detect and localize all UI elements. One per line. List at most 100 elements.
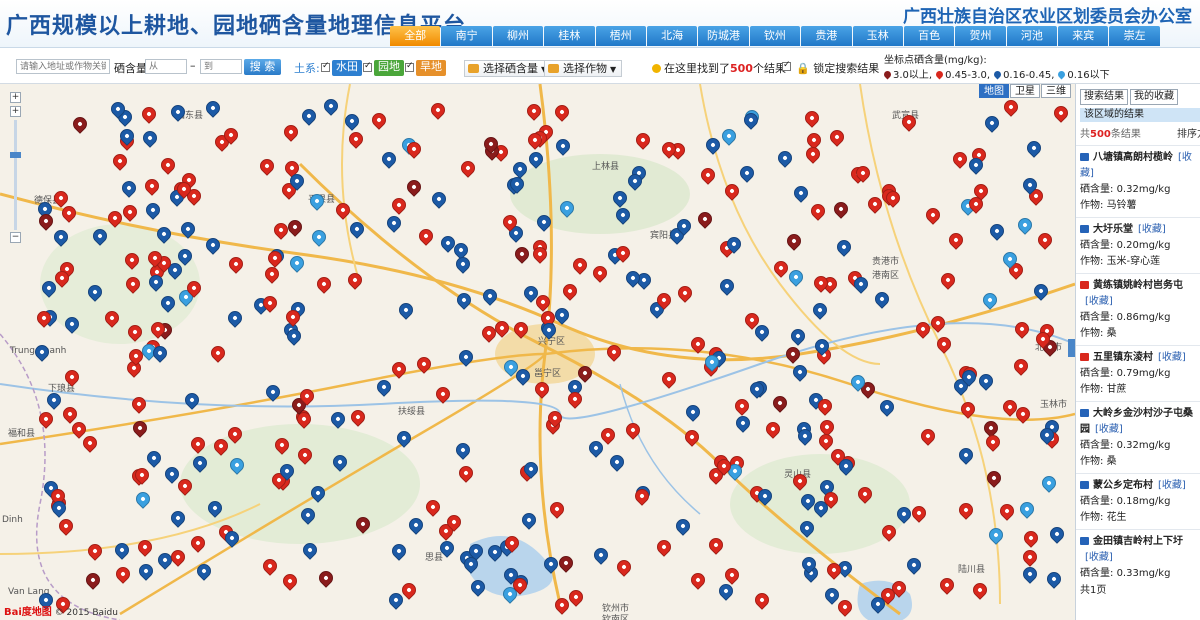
zoom-slider-handle[interactable] <box>10 152 21 158</box>
city-tab-0[interactable]: 全部 <box>390 26 441 46</box>
selenium-key: 硒含量: <box>1080 568 1114 579</box>
result-item[interactable]: 金田镇吉岭村上下圩 [收藏] 硒含量: 0.33mg/kg <box>1076 529 1200 585</box>
zoom-in-icon[interactable]: + <box>10 106 21 117</box>
favorite-button[interactable]: [收藏] <box>1095 424 1123 435</box>
paddy-checkbox[interactable] <box>321 61 330 72</box>
baidu-logo: Bai度地图 <box>4 607 52 618</box>
crop-value: 甘蔗 <box>1106 384 1127 395</box>
map-type-0[interactable]: 地图 <box>979 84 1009 98</box>
result-name[interactable]: 五里镇东淩村 <box>1093 352 1153 363</box>
count-number: 500 <box>1090 129 1111 140</box>
selenium-key: 硒含量: <box>1080 240 1114 251</box>
search-button[interactable]: 搜 索 <box>244 59 281 75</box>
result-name[interactable]: 蒙公乡定布村 <box>1093 480 1153 491</box>
result-crop: 作物: 桑 <box>1080 326 1197 342</box>
city-tab-1[interactable]: 南宁 <box>441 26 492 46</box>
garden-checkbox[interactable] <box>363 61 372 72</box>
result-title[interactable]: 黄练镇姚岭村岜务屯 [收藏] <box>1080 278 1197 310</box>
result-flag-icon <box>1080 481 1089 489</box>
city-tab-5[interactable]: 北海 <box>646 26 698 46</box>
result-crop: 作物: 桑 <box>1080 454 1197 470</box>
result-item[interactable]: 大岭乡金沙村沙子屯桑园 [收藏] 硒含量: 0.32mg/kg 作物: 桑 <box>1076 401 1200 473</box>
selenium-key: 硒含量: <box>1080 368 1114 379</box>
lock-search-checkbox[interactable] <box>782 60 791 71</box>
legend-label: 3.0以上, <box>893 70 933 81</box>
result-title[interactable]: 蒙公乡定布村 [收藏] <box>1080 478 1197 494</box>
result-item[interactable]: 黄练镇姚岭村岜务屯 [收藏] 硒含量: 0.86mg/kg 作物: 桑 <box>1076 273 1200 345</box>
map-type-2[interactable]: 三维 <box>1041 84 1071 98</box>
city-tab-9[interactable]: 玉林 <box>852 26 903 46</box>
crop-dropdown-icon <box>548 64 559 73</box>
result-item[interactable]: 八塘镇高朗村榄岭 [收藏] 硒含量: 0.32mg/kg 作物: 马铃薯 <box>1076 145 1200 217</box>
result-title[interactable]: 金田镇吉岭村上下圩 [收藏] <box>1080 534 1197 566</box>
dryland-checkbox[interactable] <box>405 61 414 72</box>
result-title[interactable]: 大圩乐堂 [收藏] <box>1080 222 1197 238</box>
zoom-control[interactable]: + + − <box>10 92 28 243</box>
city-tab-12[interactable]: 河池 <box>1006 26 1058 46</box>
city-tab-13[interactable]: 来宾 <box>1058 26 1109 46</box>
favorite-button[interactable]: [收藏] <box>1138 224 1166 235</box>
city-tab-3[interactable]: 桂林 <box>544 26 595 46</box>
city-tab-7[interactable]: 钦州 <box>749 26 801 46</box>
place-label: 港南区 <box>872 271 900 281</box>
city-tab-11[interactable]: 贺州 <box>955 26 1006 46</box>
result-name[interactable]: 金田镇吉岭村上下圩 <box>1093 536 1183 547</box>
place-label: 钦南区 <box>602 615 630 620</box>
city-tab-4[interactable]: 梧州 <box>595 26 646 46</box>
result-selenium: 硒含量: 0.79mg/kg <box>1080 366 1197 382</box>
place-label: 福和县 <box>8 429 36 439</box>
place-label: 玉林市 <box>1040 400 1068 410</box>
zoom-out-icon[interactable]: − <box>10 232 21 243</box>
map-copyright: Bai度地图 © 2015 Baidu <box>4 603 118 618</box>
garden-filter-button[interactable]: 园地 <box>374 60 404 76</box>
selenium-range-label: 硒含量 <box>114 62 147 75</box>
zoom-slider-track[interactable] <box>14 120 17 230</box>
sort-button[interactable]: 排序方 <box>1177 125 1200 140</box>
result-selenium: 硒含量: 0.32mg/kg <box>1080 182 1197 198</box>
soil-type-label: 土系: <box>294 62 320 75</box>
chevron-down-icon: ▼ <box>610 65 617 74</box>
keyword-search-input[interactable] <box>16 59 110 74</box>
selenium-value: 0.86mg/kg <box>1116 312 1171 323</box>
crop-key: 作物: <box>1080 384 1104 395</box>
city-tab-2[interactable]: 柳州 <box>492 26 544 46</box>
result-name[interactable]: 大圩乐堂 <box>1093 224 1133 235</box>
result-title[interactable]: 五里镇东淩村 [收藏] <box>1080 350 1197 366</box>
crop-value: 马铃薯 <box>1106 200 1137 211</box>
result-item[interactable]: 蒙公乡定布村 [收藏] 硒含量: 0.18mg/kg 作物: 花生 <box>1076 473 1200 529</box>
map-canvas[interactable]: 上林县宾阳县武宣县贵港市港南区兴宁区邕宁区扶绥县灵山县钦州市钦南区思县平果县德保… <box>0 84 1075 620</box>
result-item[interactable]: 五里镇东淩村 [收藏] 硒含量: 0.79mg/kg 作物: 甘蔗 <box>1076 345 1200 401</box>
copyright-text: © 2015 Baidu <box>54 608 118 618</box>
pan-up-icon[interactable]: + <box>10 92 21 103</box>
city-tab-14[interactable]: 崇左 <box>1109 26 1160 46</box>
legend-marker-icon <box>1056 69 1067 80</box>
tab-search-results[interactable]: 搜索结果 <box>1080 89 1128 105</box>
tab-my-favorites[interactable]: 我的收藏 <box>1130 89 1178 105</box>
favorite-button[interactable]: [收藏] <box>1085 296 1113 307</box>
select-selenium-label: 选择硒含量 <box>483 62 538 75</box>
result-item[interactable]: 大圩乐堂 [收藏] 硒含量: 0.20mg/kg 作物: 玉米-穿心莲 <box>1076 217 1200 273</box>
favorite-button[interactable]: [收藏] <box>1158 480 1186 491</box>
selenium-min-input[interactable] <box>145 59 187 74</box>
paddy-filter-button[interactable]: 水田 <box>332 60 362 76</box>
select-crop-dropdown[interactable]: 选择作物 ▼ <box>544 60 623 77</box>
city-tab-10[interactable]: 百色 <box>903 26 955 46</box>
legend-marker-icon <box>992 69 1003 80</box>
selenium-key: 硒含量: <box>1080 312 1114 323</box>
favorite-button[interactable]: [收藏] <box>1085 552 1113 563</box>
favorite-button[interactable]: [收藏] <box>1158 352 1186 363</box>
city-tab-8[interactable]: 贵港 <box>801 26 852 46</box>
legend-title: 坐标点硒含量(mg/kg): <box>884 55 987 66</box>
result-name[interactable]: 黄练镇姚岭村岜务屯 <box>1093 280 1183 291</box>
city-tab-6[interactable]: 防城港 <box>698 26 749 46</box>
selenium-max-input[interactable] <box>200 59 242 74</box>
dryland-filter-button[interactable]: 旱地 <box>416 60 446 76</box>
selenium-key: 硒含量: <box>1080 440 1114 451</box>
result-title[interactable]: 大岭乡金沙村沙子屯桑园 [收藏] <box>1080 406 1197 438</box>
result-flag-icon <box>1080 409 1089 417</box>
map-type-1[interactable]: 卫星 <box>1010 84 1040 98</box>
result-title[interactable]: 八塘镇高朗村榄岭 [收藏] <box>1080 150 1197 182</box>
panel-toggle-handle[interactable] <box>1068 339 1075 357</box>
result-name[interactable]: 八塘镇高朗村榄岭 <box>1093 152 1173 163</box>
select-selenium-dropdown[interactable]: 选择硒含量▼ <box>464 60 554 77</box>
